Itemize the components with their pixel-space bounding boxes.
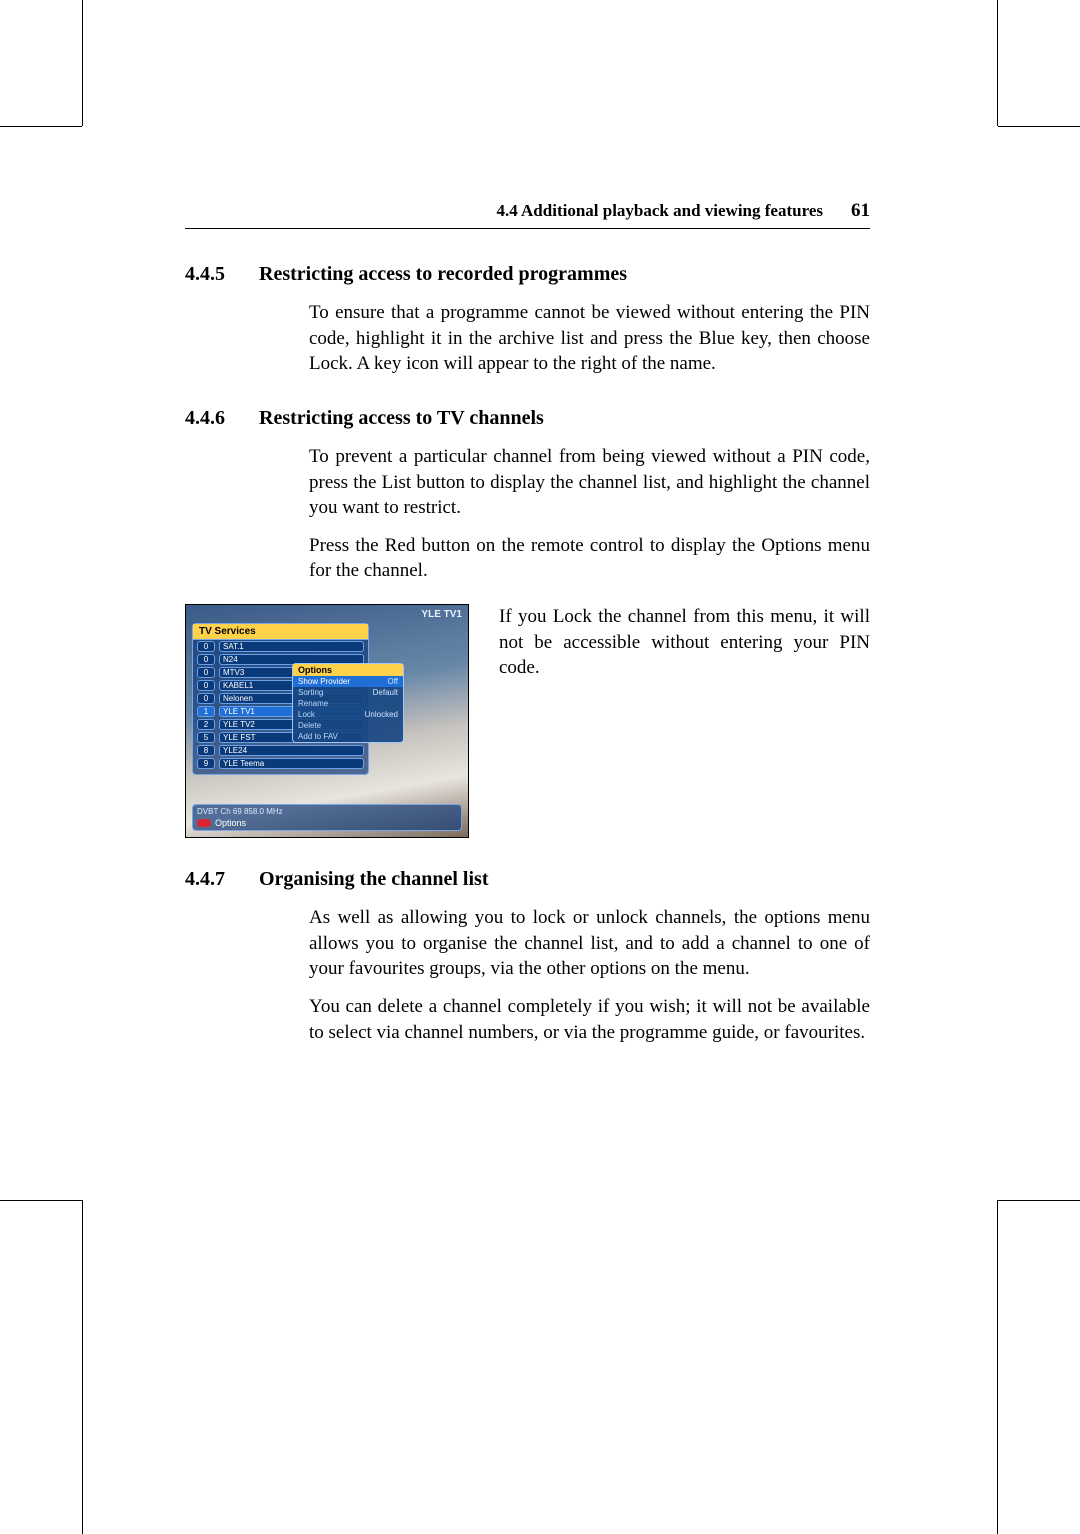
channel-name: SAT.1 (219, 641, 364, 652)
channel-row: 8 YLE24 (193, 744, 368, 757)
section-heading-447: 4.4.7 Organising the channel list (185, 868, 870, 891)
section-number: 4.4.7 (185, 868, 239, 891)
tv-screenshot: YLE TV1 TV Services 0SAT.1 0N24 0MTV3 0K… (185, 604, 469, 838)
channel-name: YLE24 (219, 745, 364, 756)
channel-number: 0 (197, 654, 215, 665)
channel-list-title: TV Services (193, 624, 368, 640)
channel-number: 0 (197, 693, 215, 704)
option-value: Default (373, 688, 398, 697)
figure-caption-text: If you Lock the channel from this menu, … (499, 604, 870, 838)
content-area: 4.4 Additional playback and viewing feat… (185, 200, 870, 1045)
option-label: Lock (298, 710, 315, 719)
paragraph: You can delete a channel completely if y… (309, 994, 870, 1045)
option-value: Unlocked (365, 710, 398, 719)
crop-mark (82, 0, 83, 126)
section-heading-445: 4.4.5 Restricting access to recorded pro… (185, 263, 870, 286)
section-number: 4.4.6 (185, 407, 239, 430)
page-number: 61 (851, 200, 870, 222)
crop-mark (82, 1200, 83, 1534)
crop-mark (0, 126, 82, 127)
channel-footer: DVBT Ch 69 858.0 MHz Options (192, 804, 462, 831)
footer-hint-label: Options (215, 818, 246, 828)
option-row: Delete (293, 720, 403, 731)
option-label: Sorting (298, 688, 323, 697)
tuner-info: DVBT Ch 69 858.0 MHz (197, 807, 457, 816)
section-title: Organising the channel list (259, 868, 488, 891)
option-label: Delete (298, 721, 321, 730)
channel-number: 0 (197, 667, 215, 678)
crop-mark (998, 126, 1080, 127)
option-row: Rename (293, 698, 403, 709)
section-heading-446: 4.4.6 Restricting access to TV channels (185, 407, 870, 430)
option-value: Off (387, 677, 398, 686)
crop-mark (997, 0, 998, 126)
crop-mark (998, 1200, 1080, 1201)
red-button-icon (197, 819, 211, 827)
paragraph: To ensure that a programme cannot be vie… (309, 300, 870, 377)
broadcast-logo: YLE TV1 (421, 609, 462, 620)
option-row: Add to FAV (293, 731, 403, 742)
channel-number: 2 (197, 719, 215, 730)
footer-hint: Options (197, 818, 457, 828)
crop-mark (997, 1200, 998, 1534)
channel-number: 0 (197, 641, 215, 652)
option-row: Lock Unlocked (293, 709, 403, 720)
section-body-447: As well as allowing you to lock or unloc… (309, 905, 870, 1045)
channel-number: 8 (197, 745, 215, 756)
section-body-445: To ensure that a programme cannot be vie… (309, 300, 870, 377)
channel-number: 1 (197, 706, 215, 717)
channel-number: 5 (197, 732, 215, 743)
option-row: Show Provider Off (293, 676, 403, 687)
options-title: Options (293, 664, 403, 676)
option-label: Show Provider (298, 677, 350, 686)
channel-number: 0 (197, 680, 215, 691)
figure-row: YLE TV1 TV Services 0SAT.1 0N24 0MTV3 0K… (185, 604, 870, 838)
option-label: Rename (298, 699, 328, 708)
paragraph: As well as allowing you to lock or unloc… (309, 905, 870, 982)
option-label: Add to FAV (298, 732, 338, 741)
section-title: Restricting access to recorded programme… (259, 263, 627, 286)
options-panel: Options Show ProviderOff SortingDefault … (292, 663, 404, 743)
section-body-446: To prevent a particular channel from bei… (309, 444, 870, 584)
channel-row: 9 YLE Teema (193, 757, 368, 770)
running-header: 4.4 Additional playback and viewing feat… (185, 200, 870, 229)
channel-number: 9 (197, 758, 215, 769)
header-section-title: 4.4 Additional playback and viewing feat… (496, 201, 823, 221)
channel-name: YLE Teema (219, 758, 364, 769)
paragraph: Press the Red button on the remote contr… (309, 533, 870, 584)
channel-row: 0 SAT.1 (193, 640, 368, 653)
option-row: Sorting Default (293, 687, 403, 698)
paragraph: To prevent a particular channel from bei… (309, 444, 870, 521)
page: 4.4 Additional playback and viewing feat… (0, 0, 1080, 1534)
section-title: Restricting access to TV channels (259, 407, 544, 430)
crop-mark (0, 1200, 82, 1201)
section-number: 4.4.5 (185, 263, 239, 286)
